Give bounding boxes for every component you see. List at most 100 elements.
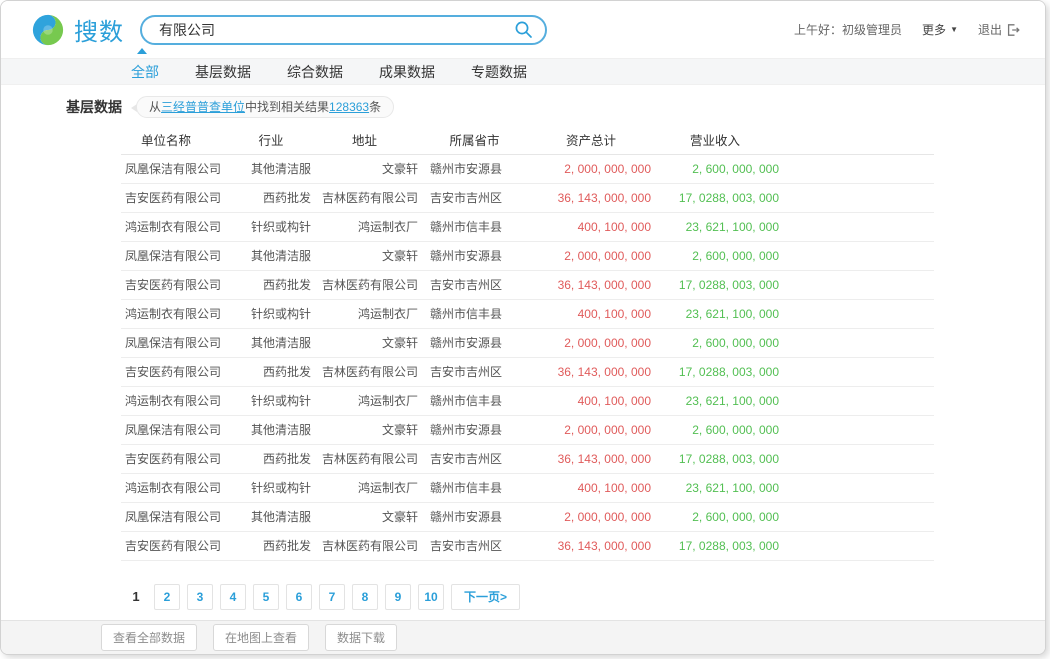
spacer-cell — [779, 502, 934, 531]
page-button-10[interactable]: 10 — [418, 584, 444, 610]
address-cell: 吉林医药有限公司 — [311, 270, 418, 299]
region-cell: 赣州市信丰县 — [418, 473, 531, 502]
tab-3[interactable]: 成果数据 — [379, 62, 435, 82]
summary-source-link[interactable]: 三经普普查单位 — [161, 100, 245, 114]
summary-count-link[interactable]: 128363 — [329, 100, 369, 114]
page-button-2[interactable]: 2 — [154, 584, 180, 610]
revenue-cell: 17, 0288, 003, 000 — [651, 270, 779, 299]
industry-cell: 西药批发 — [231, 444, 311, 473]
next-page-button[interactable]: 下一页> — [451, 584, 520, 610]
spacer-cell — [779, 154, 934, 183]
address-cell: 吉林医药有限公司 — [311, 183, 418, 212]
page-button-6[interactable]: 6 — [286, 584, 312, 610]
table-row: 吉安医药有限公司西药批发吉林医药有限公司吉安市吉州区36, 143, 000, … — [121, 531, 934, 560]
region-cell: 赣州市安源县 — [418, 328, 531, 357]
brand-logo[interactable]: 搜数 — [31, 12, 124, 47]
logout-button[interactable]: 退出 — [978, 21, 1020, 38]
spacer-cell — [779, 241, 934, 270]
section-title: 基层数据 — [66, 97, 122, 117]
header-right: 上午好：初级管理员 更多 ▼ 退出 — [794, 1, 1020, 58]
table-row: 吉安医药有限公司西药批发吉林医药有限公司吉安市吉州区36, 143, 000, … — [121, 183, 934, 212]
revenue-cell: 2, 600, 000, 000 — [651, 154, 779, 183]
table-row: 吉安医药有限公司西药批发吉林医药有限公司吉安市吉州区36, 143, 000, … — [121, 357, 934, 386]
address-cell: 文豪轩 — [311, 502, 418, 531]
column-header-5: 资产总计 — [531, 126, 651, 154]
table-row: 吉安医药有限公司西药批发吉林医药有限公司吉安市吉州区36, 143, 000, … — [121, 444, 934, 473]
revenue-cell: 23, 621, 100, 000 — [651, 473, 779, 502]
industry-cell: 西药批发 — [231, 531, 311, 560]
industry-cell: 其他清洁服 — [231, 415, 311, 444]
industry-cell: 西药批发 — [231, 357, 311, 386]
user-greeting: 上午好：初级管理员 — [794, 21, 902, 38]
industry-cell: 针织或构针 — [231, 473, 311, 502]
total-assets-cell: 36, 143, 000, 000 — [531, 531, 651, 560]
more-menu[interactable]: 更多 ▼ — [922, 21, 958, 38]
table-row: 凤凰保洁有限公司其他清洁服文豪轩赣州市安源县2, 000, 000, 0002,… — [121, 328, 934, 357]
revenue-cell: 2, 600, 000, 000 — [651, 502, 779, 531]
page-button-3[interactable]: 3 — [187, 584, 213, 610]
unit-name-cell: 鸿运制衣有限公司 — [121, 212, 231, 241]
column-header-4: 所属省市 — [418, 126, 531, 154]
chevron-down-icon: ▼ — [950, 25, 958, 34]
spacer-cell — [779, 299, 934, 328]
page-button-7[interactable]: 7 — [319, 584, 345, 610]
summary-prefix: 从 — [149, 100, 161, 114]
tab-0-active[interactable]: 全部 — [131, 62, 159, 82]
revenue-cell: 23, 621, 100, 000 — [651, 386, 779, 415]
region-cell: 赣州市信丰县 — [418, 386, 531, 415]
brand-name: 搜数 — [74, 12, 124, 47]
page-button-9[interactable]: 9 — [385, 584, 411, 610]
header: 搜数 上午好：初级管理员 更多 ▼ 退出 — [1, 1, 1045, 58]
region-cell: 赣州市安源县 — [418, 502, 531, 531]
total-assets-cell: 36, 143, 000, 000 — [531, 444, 651, 473]
search-input[interactable] — [159, 22, 514, 38]
tab-1[interactable]: 基层数据 — [195, 62, 251, 82]
industry-cell: 针织或构针 — [231, 212, 311, 241]
revenue-cell: 23, 621, 100, 000 — [651, 212, 779, 241]
spacer-cell — [779, 531, 934, 560]
page-button-4[interactable]: 4 — [220, 584, 246, 610]
spacer-cell — [779, 357, 934, 386]
total-assets-cell: 36, 143, 000, 000 — [531, 183, 651, 212]
app-window: 搜数 上午好：初级管理员 更多 ▼ 退出 — [0, 0, 1046, 655]
table-row: 鸿运制衣有限公司针织或构针鸿运制衣厂赣州市信丰县400, 100, 00023,… — [121, 212, 934, 241]
summary-middle: 中找到相关结果 — [245, 100, 329, 114]
tab-bar: 全部 基层数据 综合数据 成果数据 专题数据 — [1, 58, 1045, 85]
total-assets-cell: 2, 000, 000, 000 — [531, 415, 651, 444]
page-button-5[interactable]: 5 — [253, 584, 279, 610]
unit-name-cell: 凤凰保洁有限公司 — [121, 328, 231, 357]
tab-4[interactable]: 专题数据 — [471, 62, 527, 82]
table-row: 鸿运制衣有限公司针织或构针鸿运制衣厂赣州市信丰县400, 100, 00023,… — [121, 473, 934, 502]
view-all-data-button[interactable]: 查看全部数据 — [101, 624, 197, 651]
industry-cell: 其他清洁服 — [231, 241, 311, 270]
download-data-button[interactable]: 数据下载 — [325, 624, 397, 651]
address-cell: 吉林医药有限公司 — [311, 444, 418, 473]
summary-suffix: 条 — [369, 100, 381, 114]
total-assets-cell: 400, 100, 000 — [531, 212, 651, 241]
table-body: 凤凰保洁有限公司其他清洁服文豪轩赣州市安源县2, 000, 000, 0002,… — [121, 154, 934, 560]
total-assets-cell: 2, 000, 000, 000 — [531, 154, 651, 183]
spacer-cell — [779, 415, 934, 444]
revenue-cell: 23, 621, 100, 000 — [651, 299, 779, 328]
unit-name-cell: 吉安医药有限公司 — [121, 270, 231, 299]
revenue-cell: 2, 600, 000, 000 — [651, 415, 779, 444]
unit-name-cell: 凤凰保洁有限公司 — [121, 502, 231, 531]
region-cell: 赣州市信丰县 — [418, 212, 531, 241]
industry-cell: 其他清洁服 — [231, 502, 311, 531]
revenue-cell: 17, 0288, 003, 000 — [651, 444, 779, 473]
search-icon[interactable] — [514, 20, 533, 39]
address-cell: 鸿运制衣厂 — [311, 212, 418, 241]
address-cell: 鸿运制衣厂 — [311, 386, 418, 415]
region-cell: 吉安市吉州区 — [418, 531, 531, 560]
address-cell: 文豪轩 — [311, 154, 418, 183]
total-assets-cell: 2, 000, 000, 000 — [531, 241, 651, 270]
industry-cell: 西药批发 — [231, 183, 311, 212]
industry-cell: 其他清洁服 — [231, 328, 311, 357]
region-cell: 吉安市吉州区 — [418, 357, 531, 386]
page-button-8[interactable]: 8 — [352, 584, 378, 610]
column-header-spacer — [779, 126, 934, 154]
tab-2[interactable]: 综合数据 — [287, 62, 343, 82]
result-summary-pill: 从三经普普查单位中找到相关结果128363条 — [136, 96, 394, 118]
industry-cell: 针织或构针 — [231, 299, 311, 328]
view-on-map-button[interactable]: 在地图上查看 — [213, 624, 309, 651]
